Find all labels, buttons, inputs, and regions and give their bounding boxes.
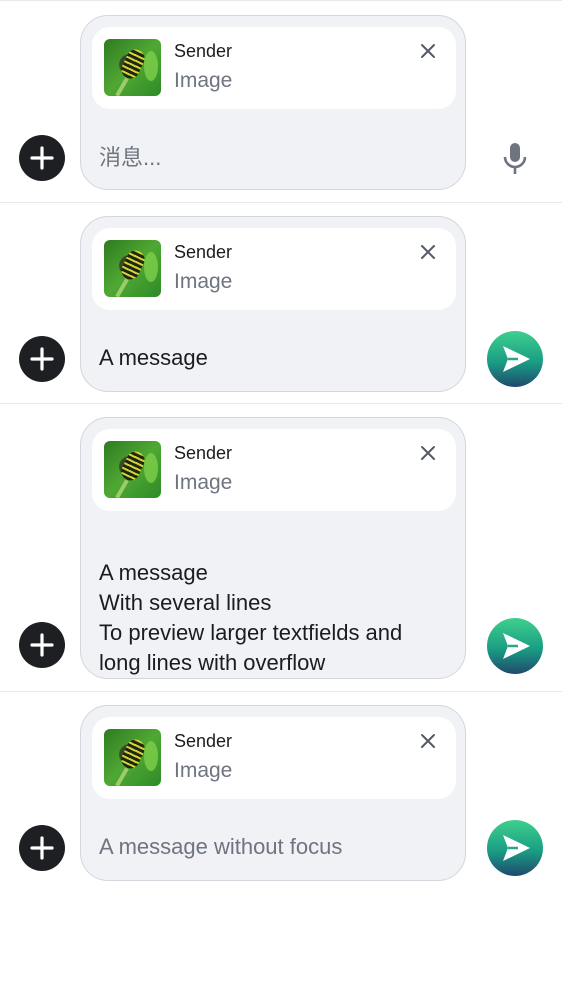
add-attachment-button[interactable] (19, 135, 65, 181)
sender-name: Sender (174, 242, 233, 262)
send-button[interactable] (487, 820, 543, 876)
attachment-thumbnail (104, 39, 161, 96)
close-icon (418, 446, 438, 467)
close-icon (418, 734, 438, 755)
message-input[interactable]: 消息... (99, 143, 161, 173)
composer-section: Sender Image A message without focus (0, 691, 562, 892)
send-icon (487, 633, 543, 678)
attachment-label: Image (174, 759, 233, 782)
attachment-label: Image (174, 69, 233, 92)
sender-name: Sender (174, 41, 233, 61)
plus-icon (19, 146, 65, 185)
sender-name: Sender (174, 731, 233, 751)
composer-section: Sender Image 消息... (0, 0, 562, 202)
attachment-label: Image (174, 270, 233, 293)
add-attachment-button[interactable] (19, 622, 65, 668)
close-attachment-button[interactable] (418, 41, 438, 61)
attachment-thumbnail (104, 240, 161, 297)
attachment-label: Image (174, 471, 233, 494)
message-composer[interactable]: Sender Image A message without focus (80, 705, 466, 881)
sender-name: Sender (174, 443, 233, 463)
plus-icon (19, 633, 65, 672)
mic-icon (500, 143, 530, 179)
message-composer[interactable]: Sender Image A message (80, 216, 466, 392)
send-button[interactable] (487, 618, 543, 674)
voice-record-button[interactable] (500, 141, 530, 175)
composer-section: Sender Image A message (0, 202, 562, 404)
close-icon (418, 44, 438, 65)
attachment-thumbnail (104, 441, 161, 498)
add-attachment-button[interactable] (19, 336, 65, 382)
reply-attachment-card: Sender Image (92, 228, 456, 310)
close-attachment-button[interactable] (418, 242, 438, 262)
composer-section: Sender Image A message With several line… (0, 403, 562, 692)
reply-attachment-card: Sender Image (92, 27, 456, 109)
plus-icon (19, 836, 65, 875)
reply-attachment-card: Sender Image (92, 717, 456, 799)
send-icon (487, 346, 543, 391)
send-button[interactable] (487, 331, 543, 387)
message-input[interactable]: A message (99, 343, 208, 373)
message-composer[interactable]: Sender Image 消息... (80, 15, 466, 190)
close-attachment-button[interactable] (418, 443, 438, 463)
reply-attachment-card: Sender Image (92, 429, 456, 511)
attachment-thumbnail (104, 729, 161, 786)
message-composer[interactable]: Sender Image A message With several line… (80, 417, 466, 679)
message-input[interactable]: A message With several lines To preview … (99, 558, 402, 678)
close-attachment-button[interactable] (418, 731, 438, 751)
send-icon (487, 835, 543, 880)
close-icon (418, 245, 438, 266)
message-input[interactable]: A message without focus (99, 832, 342, 862)
add-attachment-button[interactable] (19, 825, 65, 871)
plus-icon (19, 347, 65, 386)
